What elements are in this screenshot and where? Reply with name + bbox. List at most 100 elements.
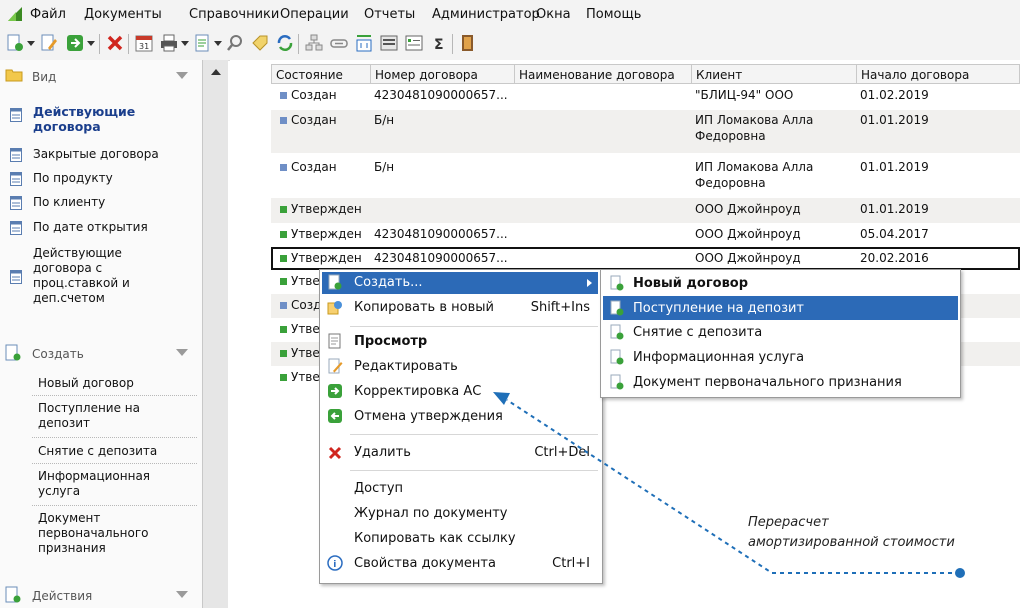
table-row-selected[interactable]: Утвержден 4230481090000657... ООО Джойнр…	[271, 247, 1020, 270]
shortcut-properties: Ctrl+I	[552, 556, 590, 571]
table-row[interactable]: Создан Б/н ИП Ломакова Алла Федоровна 01…	[271, 153, 1020, 198]
menu-administrator[interactable]: Администратор	[432, 7, 540, 22]
status-created-icon	[280, 92, 287, 99]
sidebar-link-deposit-withdrawal[interactable]: Снятие с депозита	[38, 444, 157, 459]
report-icon[interactable]	[193, 34, 211, 52]
collapse-chevron-icon[interactable]	[176, 591, 188, 598]
delete-icon	[328, 446, 342, 460]
cell-client: ООО Джойнроуд	[695, 202, 801, 216]
sidebar-item-by-open-date[interactable]: По дате открытия	[33, 220, 148, 235]
table-row[interactable]: Утвержден 4230481090000657... ООО Джойнр…	[271, 223, 1020, 247]
context-edit[interactable]: Редактировать	[354, 359, 458, 374]
column-header-number[interactable]: Номер договора	[370, 64, 515, 84]
svg-text:i: i	[333, 560, 336, 570]
form-view-icon[interactable]	[405, 34, 423, 52]
menu-file[interactable]: Файл	[30, 7, 66, 22]
divider	[32, 463, 197, 464]
context-access[interactable]: Доступ	[354, 481, 403, 496]
menu-windows[interactable]: Окна	[536, 7, 571, 22]
sidebar-item-closed-contracts[interactable]: Закрытые договора	[33, 147, 159, 162]
print-icon[interactable]	[160, 34, 178, 52]
scroll-up-arrow-icon[interactable]	[211, 69, 221, 75]
sidebar-link-initial-recognition[interactable]: Документ первоначального признания	[38, 511, 168, 556]
sidebar-link-new-contract[interactable]: Новый договор	[38, 376, 134, 391]
calendar-icon[interactable]: 31	[135, 34, 153, 52]
refresh-icon[interactable]	[276, 34, 294, 52]
report-dropdown-arrow[interactable]	[214, 41, 222, 46]
sidebar-link-deposit-receipt[interactable]: Поступление на депозит	[38, 401, 188, 431]
column-header-start-date[interactable]: Начало договора	[856, 64, 1020, 84]
collapse-chevron-icon[interactable]	[176, 349, 188, 356]
new-document-icon[interactable]	[6, 34, 24, 52]
edit-document-icon[interactable]	[40, 34, 58, 52]
sidebar-item-active-with-rate[interactable]: Действующие договора с проц.ставкой и де…	[33, 246, 183, 306]
context-document-journal[interactable]: Журнал по документу	[354, 506, 508, 521]
sum-icon[interactable]: Σ	[430, 34, 448, 52]
approve-dropdown-arrow[interactable]	[87, 41, 95, 46]
print-dropdown-arrow[interactable]	[181, 41, 189, 46]
submenu-new-contract[interactable]: Новый договор	[633, 276, 748, 291]
expand-columns-icon[interactable]	[355, 34, 373, 52]
toolbar-separator	[298, 34, 299, 54]
create-document-icon	[610, 275, 624, 291]
sidebar-item-by-client[interactable]: По клиенту	[33, 195, 105, 210]
new-dropdown-arrow[interactable]	[27, 41, 35, 46]
create-document-icon	[610, 374, 624, 390]
create-document-icon	[610, 349, 624, 365]
cell-status: Утвержден	[291, 251, 362, 265]
cell-client-line2: Федоровна	[695, 176, 766, 190]
context-view[interactable]: Просмотр	[354, 334, 427, 349]
context-correction-as[interactable]: Корректировка АС	[354, 384, 481, 399]
tag-icon[interactable]	[251, 34, 269, 52]
sidebar-scrollbar[interactable]	[203, 60, 228, 608]
table-row[interactable]: Утвержден ООО Джойнроуд 01.01.2019	[271, 198, 1020, 223]
svg-text:31: 31	[139, 42, 149, 51]
context-delete[interactable]: Удалить	[354, 445, 411, 460]
column-header-name[interactable]: Наименование договора	[514, 64, 692, 84]
context-document-properties[interactable]: Свойства документа	[354, 556, 496, 571]
document-list-icon	[10, 172, 22, 186]
actions-section-header[interactable]: Действия	[0, 585, 202, 607]
hierarchy-icon[interactable]	[305, 34, 323, 52]
cell-start-date: 01.01.2019	[860, 113, 929, 127]
status-created-icon	[280, 117, 287, 124]
table-row[interactable]: Создан 4230481090000657... "БЛИЦ-94" ООО…	[271, 85, 1020, 110]
document-list-icon	[10, 196, 22, 210]
view-section-header[interactable]: Вид	[0, 66, 202, 88]
menu-references[interactable]: Справочники	[189, 7, 279, 22]
context-create[interactable]: Создать...	[354, 275, 423, 290]
column-header-status[interactable]: Состояние	[271, 64, 371, 84]
menu-operations[interactable]: Операции	[280, 7, 349, 22]
divider	[32, 437, 197, 438]
status-approved-icon	[280, 374, 287, 381]
link-icon[interactable]	[330, 34, 348, 52]
menu-separator	[350, 326, 598, 327]
context-cancel-approval[interactable]: Отмена утверждения	[354, 409, 503, 424]
context-copy-as-link[interactable]: Копировать как ссылку	[354, 531, 516, 546]
menu-help[interactable]: Помощь	[586, 7, 641, 22]
column-header-client[interactable]: Клиент	[691, 64, 857, 84]
submenu-deposit-receipt[interactable]: Поступление на депозит	[633, 301, 804, 316]
submenu-info-service[interactable]: Информационная услуга	[633, 350, 804, 365]
cell-status: Утве	[291, 370, 320, 384]
create-section-header[interactable]: Создать	[0, 343, 202, 365]
toolbar: 31 Σ	[0, 28, 1020, 61]
collapse-chevron-icon[interactable]	[176, 72, 188, 79]
delete-icon[interactable]	[106, 34, 124, 52]
table-view-icon[interactable]	[380, 34, 398, 52]
context-copy-to-new[interactable]: Копировать в новый	[354, 300, 494, 315]
submenu-deposit-withdrawal[interactable]: Снятие с депозита	[633, 325, 762, 340]
exit-icon[interactable]	[459, 34, 477, 52]
sidebar-item-active-contracts[interactable]: Действующие договора	[33, 104, 193, 134]
menu-reports[interactable]: Отчеты	[364, 7, 415, 22]
cell-number: Б/н	[374, 113, 395, 127]
menu-documents[interactable]: Документы	[84, 7, 162, 22]
sidebar-item-by-product[interactable]: По продукту	[33, 171, 113, 186]
search-icon[interactable]	[226, 34, 244, 52]
table-row[interactable]: Создан Б/н ИП Ломакова Алла Федоровна 01…	[271, 110, 1020, 153]
submenu-initial-recognition[interactable]: Документ первоначального признания	[633, 375, 902, 390]
approve-icon[interactable]	[66, 34, 84, 52]
cell-client: ООО Джойнроуд	[695, 227, 801, 241]
menu-bar: Файл Документы Справочники Операции Отче…	[0, 0, 1020, 28]
sidebar-link-info-service[interactable]: Информационная услуга	[38, 469, 168, 499]
